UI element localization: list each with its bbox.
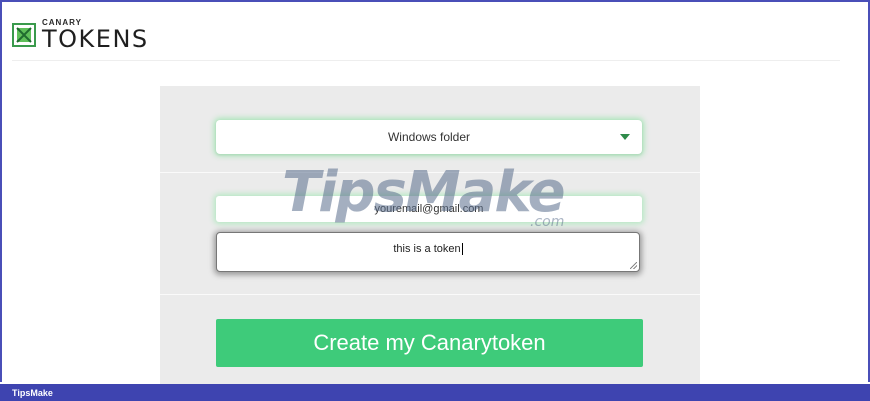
section-divider [160,294,700,295]
footer-bar: TipsMake [0,384,870,401]
token-type-value: Windows folder [387,130,471,144]
header-divider [12,60,840,61]
create-token-label: Create my Canarytoken [313,330,546,355]
brand-big-text: TOKENS [42,25,149,53]
footer-label: TipsMake [12,387,53,398]
memo-value: this is a token [393,243,461,255]
token-type-select[interactable]: Windows folder [216,120,642,154]
resize-handle-icon[interactable] [630,262,637,269]
email-value: youremail@gmail.com [374,203,484,215]
site-header: CANARY TOKENS [12,18,149,52]
section-divider [160,172,700,173]
brand-logo[interactable]: CANARY TOKENS [42,19,149,53]
canary-logo-icon [12,23,36,47]
memo-textarea[interactable]: this is a token [216,232,640,272]
create-token-button[interactable]: Create my Canarytoken [216,319,643,367]
dropdown-caret-icon [620,134,630,140]
email-input[interactable]: youremail@gmail.com [216,196,642,222]
text-cursor [461,243,463,255]
token-form-panel: Windows folder youremail@gmail.com this … [160,86,700,384]
